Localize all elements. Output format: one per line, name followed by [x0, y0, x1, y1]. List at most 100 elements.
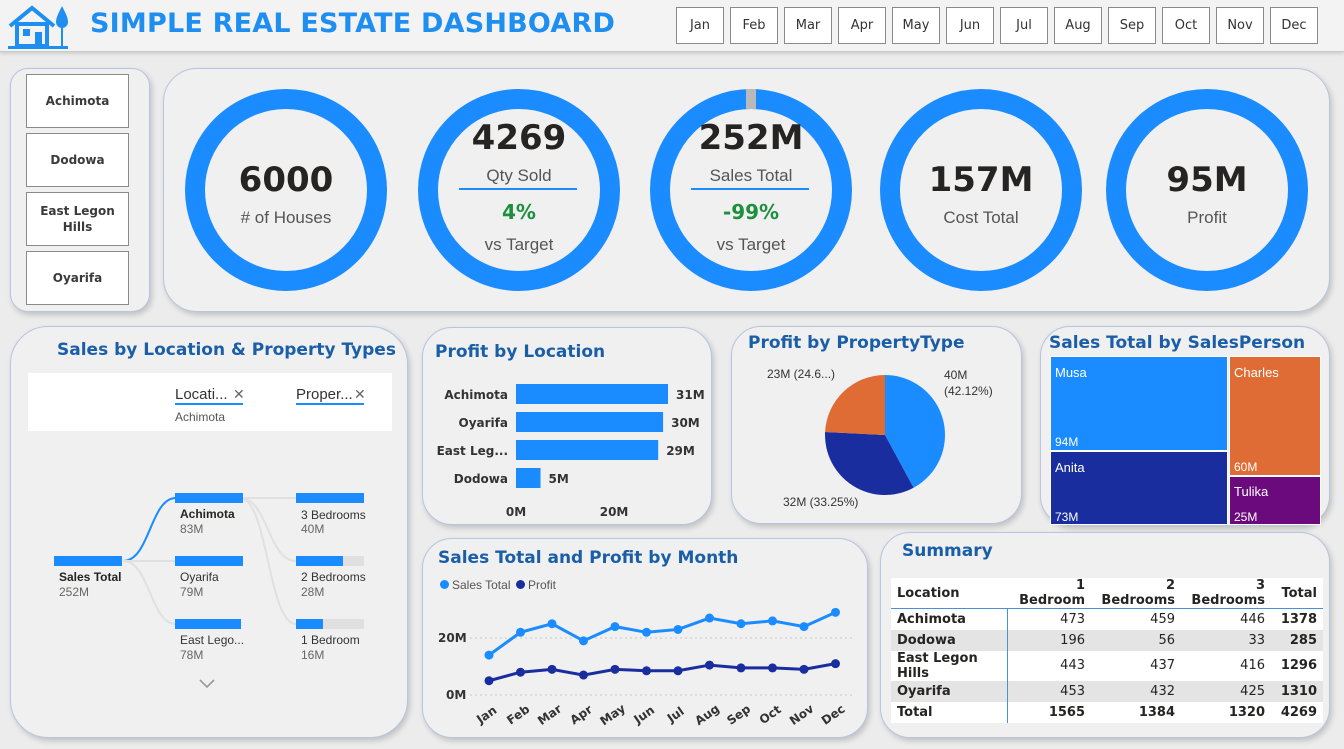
- month-button-dec[interactable]: Dec: [1270, 7, 1318, 44]
- treemap-anita-value: 73M: [1055, 510, 1079, 524]
- pie-slice[interactable]: [825, 375, 885, 435]
- decomp-root-bar[interactable]: [54, 556, 122, 566]
- qty-sold-pct: 4%: [502, 200, 536, 224]
- profit-location-x-tick: 0M: [506, 505, 526, 519]
- qty-sold-label: Qty Sold: [486, 166, 552, 185]
- sales-total-point[interactable]: [484, 650, 494, 660]
- table-cell: 196: [1007, 629, 1091, 651]
- slicer-achimota-button[interactable]: Achimota: [26, 74, 129, 128]
- table-cell: Achimota: [891, 608, 1008, 630]
- profit-location-bar[interactable]: [516, 412, 664, 432]
- decomp-3bed-bar[interactable]: [296, 493, 364, 503]
- decomp-achimota-value: 83M: [180, 522, 204, 536]
- pie-label-2bed: 32M (33.25%): [783, 495, 859, 509]
- treemap-musa[interactable]: Musa 94M: [1050, 356, 1228, 451]
- month-button-mar[interactable]: Mar: [784, 7, 832, 44]
- decomp-2bed-name: 2 Bedrooms: [301, 570, 366, 584]
- treemap-musa-value: 94M: [1055, 435, 1079, 449]
- month-button-oct[interactable]: Oct: [1162, 7, 1210, 44]
- sales-total-point[interactable]: [642, 627, 651, 637]
- table-cell: 1378: [1271, 608, 1323, 630]
- sales-total-point[interactable]: [610, 622, 620, 632]
- month-x-tick: Oct: [757, 702, 784, 727]
- profit-location-value-label: 5M: [549, 472, 569, 486]
- sales-total-point[interactable]: [579, 636, 588, 646]
- decomp-2bed-bar[interactable]: [296, 556, 343, 566]
- profit-location-category: Achimota: [444, 388, 508, 402]
- table-cell: 473: [1007, 608, 1091, 630]
- profit-location-bar[interactable]: [516, 468, 541, 488]
- profit-location-value-label: 30M: [671, 416, 700, 430]
- profit-point[interactable]: [705, 660, 714, 670]
- month-button-jan[interactable]: Jan: [676, 7, 724, 44]
- decomp-location-label: Locati...: [175, 386, 228, 403]
- month-button-jul[interactable]: Jul: [1000, 7, 1048, 44]
- treemap-tulika[interactable]: Tulika 25M: [1229, 476, 1321, 525]
- month-button-sep[interactable]: Sep: [1108, 7, 1156, 44]
- decomp-location-close-icon[interactable]: ✕: [233, 386, 245, 403]
- profit-point[interactable]: [831, 659, 840, 669]
- sales-total-sub: vs Target: [716, 235, 786, 254]
- month-chart-title: Sales Total and Profit by Month: [438, 548, 739, 568]
- month-button-feb[interactable]: Feb: [730, 7, 778, 44]
- decomp-oyarifa-value: 79M: [180, 585, 204, 599]
- table-cell: Oyarifa: [891, 680, 1008, 702]
- sales-total-point[interactable]: [673, 624, 683, 634]
- month-button-nov[interactable]: Nov: [1216, 7, 1264, 44]
- decomp-oyarifa-bar[interactable]: [175, 556, 243, 566]
- slicer-dodowa-button[interactable]: Dodowa: [26, 133, 129, 187]
- summary-header-total[interactable]: Total: [1271, 578, 1323, 609]
- profit-location-bar[interactable]: [516, 384, 668, 404]
- sales-total-point[interactable]: [736, 619, 746, 629]
- profit-point[interactable]: [610, 664, 620, 674]
- profit-point[interactable]: [736, 663, 746, 673]
- summary-header-3bed[interactable]: 3 Bedrooms: [1181, 578, 1271, 609]
- decomp-achimota-bar[interactable]: [175, 493, 243, 503]
- month-x-tick: May: [597, 701, 628, 728]
- chevron-down-icon[interactable]: [198, 678, 216, 690]
- profit-point[interactable]: [547, 664, 557, 674]
- month-button-jun[interactable]: Jun: [946, 7, 994, 44]
- decomp-2bed-value: 28M: [301, 585, 325, 599]
- summary-title: Summary: [902, 541, 993, 561]
- summary-header-2bed[interactable]: 2 Bedrooms: [1091, 578, 1181, 609]
- profit-point[interactable]: [673, 666, 683, 676]
- sales-total-point[interactable]: [547, 619, 557, 629]
- profit-point[interactable]: [768, 663, 777, 673]
- decomp-property-close-icon[interactable]: ✕: [354, 386, 366, 403]
- treemap-charles[interactable]: Charles 60M: [1229, 356, 1321, 476]
- summary-header-1bed[interactable]: 1 Bedroom: [1007, 578, 1091, 609]
- sales-total-point[interactable]: [705, 613, 714, 623]
- qty-sold-sub: vs Target: [484, 235, 554, 254]
- sales-total-point[interactable]: [831, 607, 840, 617]
- sales-total-point[interactable]: [768, 616, 777, 626]
- house-logo-icon: [8, 5, 68, 49]
- table-cell: 1296: [1271, 650, 1323, 681]
- month-button-aug[interactable]: Aug: [1054, 7, 1102, 44]
- profit-point[interactable]: [484, 676, 494, 686]
- table-cell: 1565: [1007, 701, 1091, 723]
- profit-point[interactable]: [799, 664, 809, 674]
- decomp-1bed-bar[interactable]: [296, 619, 323, 629]
- y-tick-20m: 20M: [438, 631, 467, 645]
- month-button-may[interactable]: May: [892, 7, 940, 44]
- y-tick-0m: 0M: [446, 688, 467, 702]
- summary-header-location[interactable]: Location: [891, 578, 1007, 609]
- sales-total-point[interactable]: [799, 622, 809, 632]
- pie-label-3bed-value: 40M: [944, 368, 968, 382]
- month-x-tick: Jun: [631, 703, 658, 727]
- table-cell: 446: [1181, 608, 1271, 630]
- month-button-apr[interactable]: Apr: [838, 7, 886, 44]
- profit-point[interactable]: [516, 667, 525, 677]
- treemap-anita[interactable]: Anita 73M: [1050, 451, 1228, 525]
- profit-point[interactable]: [579, 670, 588, 680]
- profit-point[interactable]: [642, 666, 651, 676]
- houses-value: 6000: [238, 160, 334, 200]
- decomp-eastlegon-bar[interactable]: [175, 619, 241, 629]
- slicer-oyarifa-button[interactable]: Oyarifa: [26, 251, 129, 305]
- legend-sales-dot: [440, 580, 449, 589]
- profit-location-bar[interactable]: [516, 440, 659, 460]
- sales-total-value: 252M: [698, 118, 804, 158]
- sales-total-point[interactable]: [516, 627, 525, 637]
- slicer-east-legon-hills-button[interactable]: East Legon Hills: [26, 192, 129, 246]
